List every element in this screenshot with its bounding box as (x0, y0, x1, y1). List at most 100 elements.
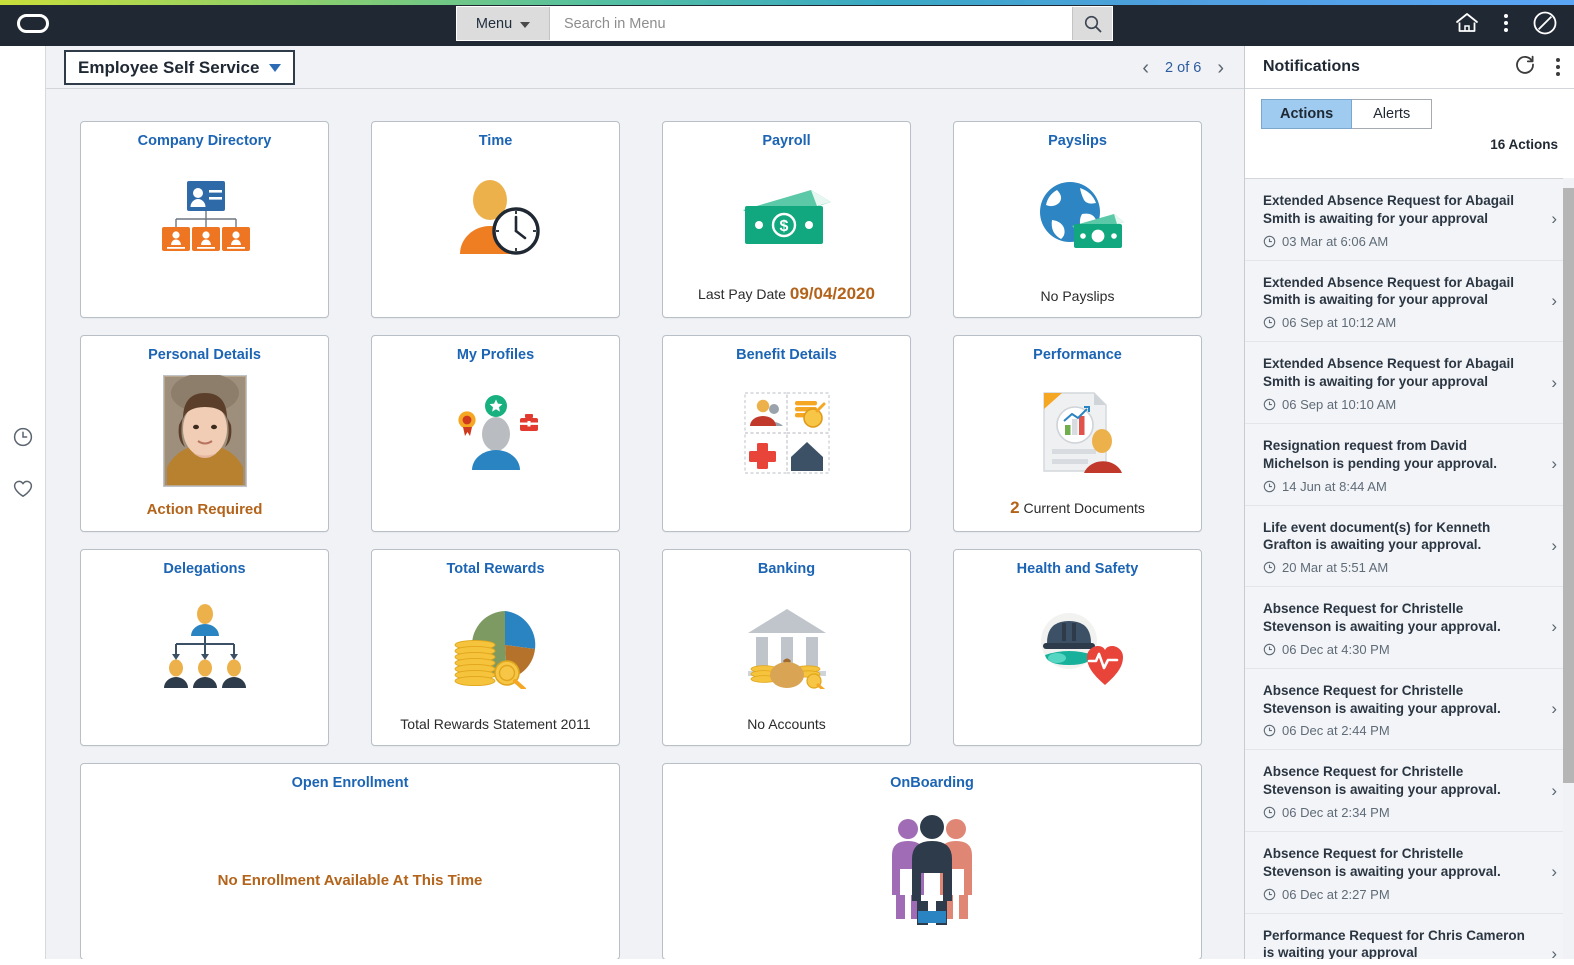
tab-actions[interactable]: Actions (1261, 99, 1353, 129)
tile-footer: No Accounts (747, 716, 826, 732)
tile-title: Company Directory (137, 133, 272, 149)
tile-footer: No Enrollment Available At This Time (217, 872, 483, 889)
tile-row: Delegations Total Rewards Total Rewards … (80, 549, 1244, 746)
tile-footer: Action Required (146, 501, 263, 518)
tile-delegations[interactable]: Delegations (80, 549, 329, 746)
notifications-header: Notifications (1245, 46, 1574, 89)
tile-payslips[interactable]: Payslips No Payslips (953, 121, 1202, 318)
notification-time: 14 Jun at 8:44 AM (1263, 479, 1534, 494)
chevron-right-icon: › (1551, 209, 1557, 229)
tile-payroll[interactable]: Payroll $ Last Pay Date 09/04/2020 (662, 121, 911, 318)
notification-text: Life event document(s) for Kenneth Graft… (1263, 519, 1491, 553)
notification-time-text: 14 Jun at 8:44 AM (1282, 478, 1387, 494)
scrollbar-thumb[interactable] (1563, 188, 1574, 783)
notification-time-text: 20 Mar at 5:51 AM (1282, 560, 1389, 576)
people-group-icon (663, 810, 1201, 930)
notification-item[interactable]: Performance Request for Chris Cameron is… (1245, 913, 1574, 959)
notification-time-text: 06 Dec at 2:34 PM (1282, 805, 1390, 820)
tile-grid-area: Company Directory Time Payroll $ Last Pa… (46, 89, 1244, 959)
home-icon[interactable] (1454, 11, 1480, 35)
actions-kebab-icon[interactable] (1504, 14, 1508, 32)
notification-time: 06 Dec at 4:30 PM (1263, 642, 1534, 657)
notification-text: Absence Request for Christelle Stevenson… (1263, 682, 1501, 716)
notification-time: 20 Mar at 5:51 AM (1263, 560, 1534, 575)
notifications-scrollbar[interactable] (1563, 178, 1574, 959)
performance-count: 2 (1010, 498, 1020, 517)
notification-item[interactable]: Extended Absence Request for Abagail Smi… (1245, 179, 1574, 261)
clock-icon (1263, 888, 1276, 900)
menu-button-label: Menu (475, 15, 513, 32)
employee-photo-icon (81, 372, 328, 490)
last-pay-date-label: Last Pay Date (698, 286, 786, 302)
clock-icon (1263, 317, 1276, 329)
notification-item[interactable]: Life event document(s) for Kenneth Graft… (1245, 505, 1574, 588)
favorites-heart-icon[interactable] (12, 478, 34, 500)
tile-open-enrollment[interactable]: Open Enrollment No Enrollment Available … (80, 763, 620, 959)
header-icon-group (1454, 0, 1558, 46)
tile-grid: Company Directory Time Payroll $ Last Pa… (46, 89, 1244, 959)
tile-title: Health and Safety (1016, 561, 1139, 577)
tile-row: Open Enrollment No Enrollment Available … (80, 763, 1244, 959)
tile-onboarding[interactable]: OnBoarding (662, 763, 1202, 959)
tile-footer: Total Rewards Statement 2011 (400, 716, 591, 732)
tile-title: Delegations (163, 561, 246, 577)
notification-time: 06 Dec at 2:34 PM (1263, 805, 1534, 820)
notification-item[interactable]: Absence Request for Christelle Stevenson… (1245, 832, 1574, 914)
tile-title: Time (478, 133, 513, 149)
notification-time: 06 Sep at 10:10 AM (1263, 397, 1534, 412)
search-submit-button[interactable] (1072, 7, 1112, 40)
pager-count: 2 of 6 (1165, 59, 1202, 76)
tile-health-and-safety[interactable]: Health and Safety (953, 549, 1202, 746)
tile-personal-details[interactable]: Personal Details Action Required (80, 335, 329, 532)
tile-my-profiles[interactable]: My Profiles (371, 335, 620, 532)
last-pay-date-value: 09/04/2020 (789, 284, 875, 303)
chevron-right-icon: › (1551, 862, 1557, 882)
homepage-selector[interactable]: Employee Self Service (64, 50, 296, 85)
tile-total-rewards[interactable]: Total Rewards Total Rewards Statement 20… (371, 549, 620, 746)
notification-item[interactable]: Extended Absence Request for Abagail Smi… (1245, 260, 1574, 343)
nav-compass-icon[interactable] (1532, 10, 1558, 36)
cash-money-icon: $ (663, 166, 910, 271)
notification-item[interactable]: Resignation request from David Michelson… (1245, 423, 1574, 506)
notifications-kebab-icon[interactable] (1556, 58, 1560, 76)
homepage-header-bar: Employee Self Service ‹ 2 of 6 › (46, 46, 1244, 89)
brand-gradient-strip (0, 0, 1574, 5)
chevron-right-icon: › (1551, 699, 1557, 719)
menu-button[interactable]: Menu (457, 7, 550, 40)
tile-performance[interactable]: Performance 2 Current Documents (953, 335, 1202, 532)
notifications-panel: Notifications Actions Alerts 16 Actions … (1244, 46, 1574, 959)
tile-benefit-details[interactable]: Benefit Details (662, 335, 911, 532)
notification-text: Extended Absence Request for Abagail Smi… (1263, 356, 1515, 390)
tile-banking[interactable]: Banking No Accounts (662, 549, 911, 746)
notification-item[interactable]: Absence Request for Christelle Stevenson… (1245, 587, 1574, 669)
notification-text: Absence Request for Christelle Stevenson… (1263, 846, 1501, 879)
notification-item[interactable]: Absence Request for Christelle Stevenson… (1245, 668, 1574, 751)
performance-count-label: Current Documents (1023, 500, 1145, 516)
recent-places-clock-icon[interactable] (12, 426, 34, 448)
notification-item[interactable]: Absence Request for Christelle Stevenson… (1245, 750, 1574, 832)
tab-alerts[interactable]: Alerts (1352, 99, 1433, 129)
notification-text: Resignation request from David Michelson… (1263, 437, 1498, 471)
tile-title: Open Enrollment (291, 775, 409, 791)
tile-title: Personal Details (148, 347, 261, 363)
refresh-icon[interactable] (1515, 54, 1536, 80)
notification-text: Extended Absence Request for Abagail Smi… (1263, 193, 1515, 226)
notifications-list: Extended Absence Request for Abagail Smi… (1245, 178, 1574, 959)
tile-time[interactable]: Time (371, 121, 620, 318)
search-input[interactable] (550, 7, 1072, 40)
tile-company-directory[interactable]: Company Directory (80, 121, 329, 318)
notification-item[interactable]: Extended Absence Request for Abagail Smi… (1245, 342, 1574, 424)
tile-title: Payroll (762, 133, 811, 149)
chevron-right-icon: › (1551, 780, 1557, 800)
pager-prev-button[interactable]: ‹ (1142, 58, 1149, 78)
pager-next-button[interactable]: › (1217, 58, 1224, 78)
notification-time-text: 06 Dec at 4:30 PM (1282, 641, 1390, 657)
notification-time-text: 06 Sep at 10:10 AM (1282, 396, 1397, 412)
oracle-logo[interactable] (16, 12, 50, 34)
chevron-down-icon (269, 63, 282, 72)
notifications-title: Notifications (1263, 58, 1360, 75)
clock-icon (1263, 806, 1276, 819)
notification-text: Absence Request for Christelle Stevenson… (1263, 601, 1501, 634)
delegation-tree-icon (81, 594, 328, 699)
org-chart-icon (81, 166, 328, 271)
